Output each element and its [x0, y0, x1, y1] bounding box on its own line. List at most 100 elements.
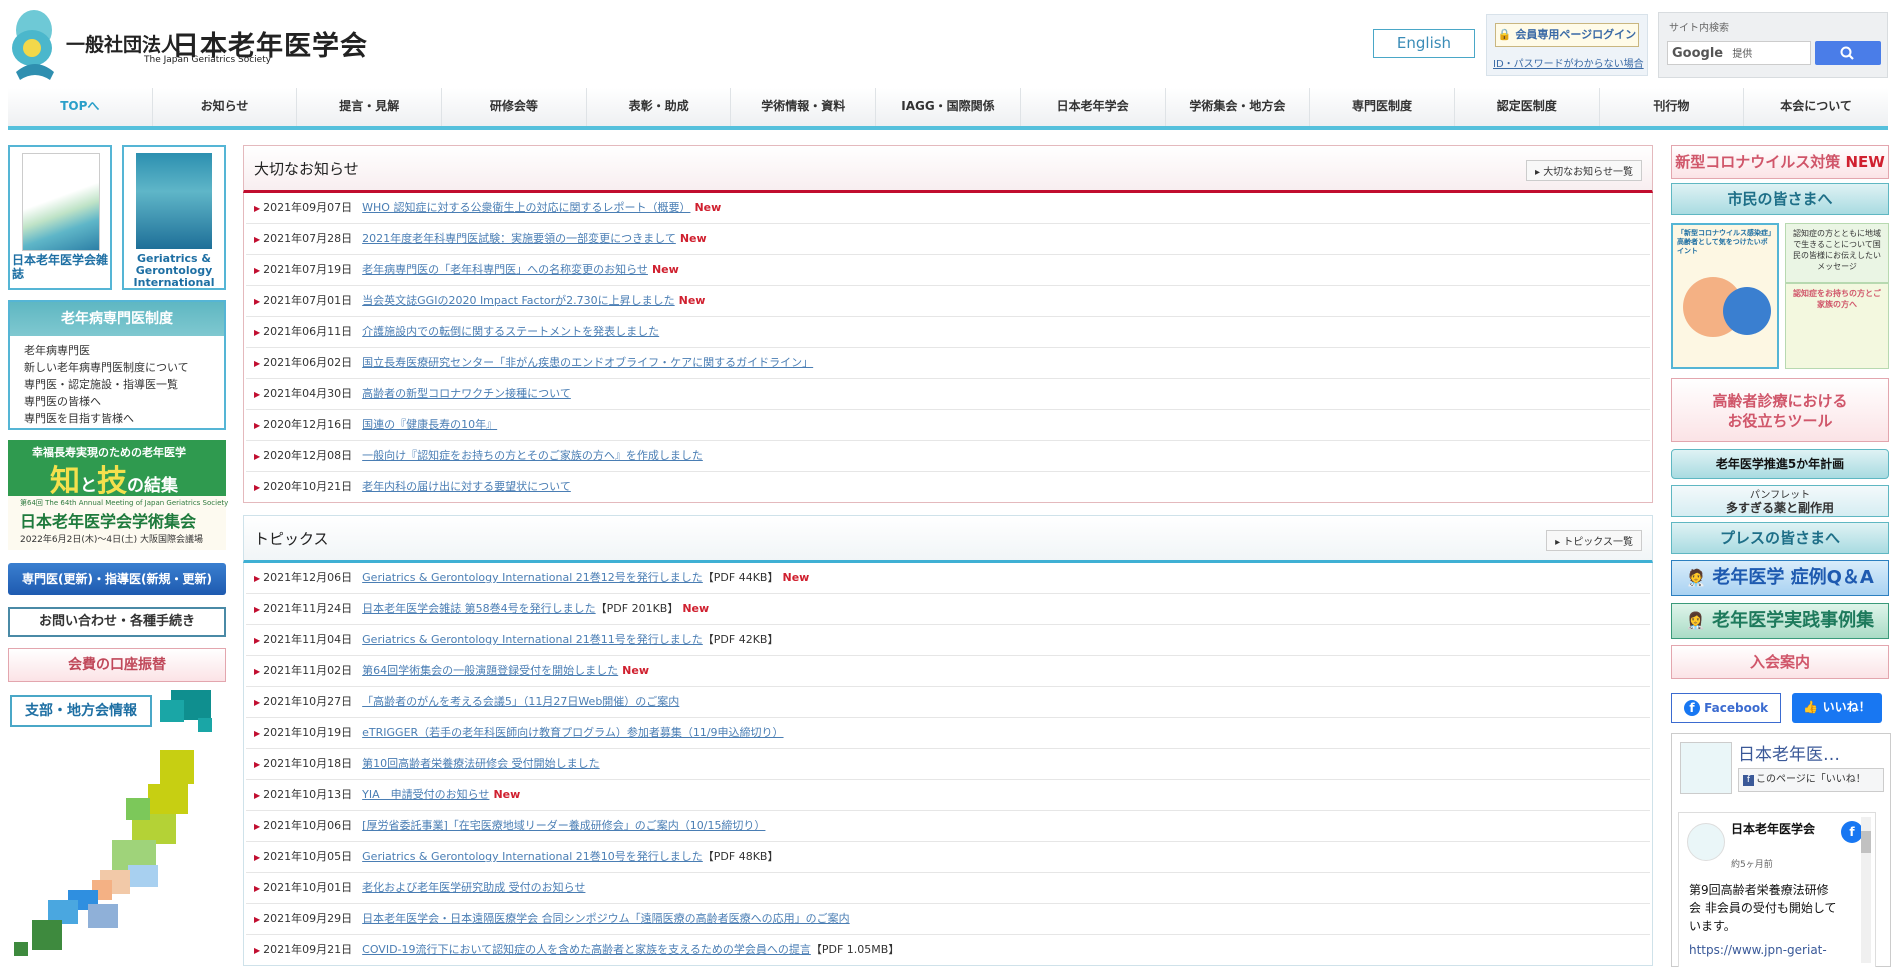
nav-gerontology-society[interactable]: 日本老年学会: [1021, 88, 1166, 126]
fee-transfer-button[interactable]: 会費の口座振替: [8, 648, 226, 682]
five-year-plan-button[interactable]: 老年医学推進5か年計画: [1671, 449, 1889, 479]
press-button[interactable]: プレスの皆さまへ: [1671, 522, 1889, 554]
journal-book-ggi[interactable]: Geriatrics & Gerontology International: [122, 145, 226, 290]
news-link[interactable]: 国連の『健康長寿の10年』: [362, 418, 497, 431]
specialist-renewal-button[interactable]: 専門医(更新)・指導医(新規・更新): [8, 563, 226, 595]
journal-cover-image: [22, 153, 100, 251]
news-link[interactable]: 高齢者の新型コロナワクチン接種について: [362, 387, 571, 400]
nav-iagg[interactable]: IAGG・国際関係: [876, 88, 1021, 126]
search-label: サイト内検索: [1669, 23, 1729, 34]
news-link[interactable]: Geriatrics & Gerontology International 2…: [362, 850, 703, 863]
news-link[interactable]: 老年内科の届け出に対する要望状について: [362, 480, 571, 493]
important-more-link[interactable]: ▸ 大切なお知らせ一覧: [1525, 160, 1642, 181]
dementia-family-thumb[interactable]: 認知症をお持ちの方とご家族の方へ: [1785, 283, 1889, 369]
annual-meeting-banner[interactable]: 幸福長寿実現のための老年医学 知と技の結集 第64回 The 64th Annu…: [8, 440, 228, 550]
like-button[interactable]: 👍 いいね！: [1792, 693, 1882, 723]
nav-training[interactable]: 研修会等: [442, 88, 587, 126]
topics-title: トピックス: [254, 530, 329, 548]
covid-points-thumb[interactable]: 「新型コロナウイルス感染症」高齢者として気をつけたいポイント: [1671, 223, 1779, 369]
citizens-button[interactable]: 市民の皆さまへ: [1671, 183, 1889, 215]
message-thumb[interactable]: 認知症の方とともに地域で生きることについて国民の皆様にお伝えしたいメッセージ: [1785, 223, 1889, 283]
bullet-triangle-icon: ▶: [254, 791, 261, 800]
news-link[interactable]: 当会英文誌GGIの2020 Impact Factorが2.730に上昇しました: [362, 294, 674, 307]
news-link[interactable]: COVID-19流行下において認知症の人を含めた高齢者と家族を支えるための学会員…: [362, 943, 811, 956]
practice-cases-button[interactable]: 👩‍⚕️ 老年医学実践事例集: [1671, 603, 1889, 639]
geri-link[interactable]: 専門医・認定施設・指導医一覧: [24, 376, 224, 393]
important-panel: 大切なお知らせ ▸ 大切なお知らせ一覧 ▶ 2021年09月07日 WHO 認知症に…: [243, 145, 1653, 503]
nav-specialist[interactable]: 専門医制度: [1310, 88, 1455, 126]
news-link[interactable]: 老化および老年医学研究助成 受付のお知らせ: [362, 881, 585, 894]
nav-certified[interactable]: 認定医制度: [1455, 88, 1600, 126]
banner-slogan-4: の結集: [127, 476, 178, 496]
fb-post-author[interactable]: 日本老年医学会: [1731, 821, 1841, 838]
forgot-password-link[interactable]: ID・パスワードがわからない場合: [1493, 55, 1644, 70]
japan-branch-map[interactable]: [8, 690, 228, 962]
news-row: ▶ 2021年11月04日 Geriatrics & Gerontology Int…: [246, 625, 1650, 656]
search-input[interactable]: Google 提供: [1667, 41, 1811, 65]
news-file-size: 【PDF 44KB】: [702, 571, 779, 584]
banner-meeting-title: 日本老年医学会学術集会: [20, 512, 197, 531]
member-login-button[interactable]: 🔒 会員専用ページログイン: [1495, 23, 1639, 47]
pamphlet-button[interactable]: パンフレット 多すぎる薬と副作用: [1671, 485, 1889, 517]
nav-news[interactable]: お知らせ: [153, 88, 298, 126]
nav-top[interactable]: TOPへ: [8, 88, 153, 126]
news-link[interactable]: 日本老年医学会・日本遠隔医療学会 合同シンポジウム「遠隔医療の高齢者医療への応用…: [362, 912, 850, 925]
search-icon: [1840, 46, 1854, 60]
news-row: ▶ 2020年12月08日 一般向け『認知症をお持ちの方とそのご家族の方へ』を作成し…: [246, 441, 1650, 472]
nav-publications[interactable]: 刊行物: [1600, 88, 1745, 126]
news-link[interactable]: 一般向け『認知症をお持ちの方とそのご家族の方へ』を作成しました: [362, 449, 703, 462]
news-link[interactable]: 第64回学術集会の一般演題登録受付を開始しました: [362, 664, 618, 677]
nav-meetings[interactable]: 学術集会・地方会: [1166, 88, 1311, 126]
news-link[interactable]: 第10回高齢者栄養療法研修会 受付開始しました: [362, 757, 600, 770]
news-date: 2021年04月30日: [263, 387, 353, 400]
fb-post-link[interactable]: https://www.jpn-geriat-: [1689, 943, 1827, 957]
news-link[interactable]: eTRIGGER（若手の老年科医師向け教育プログラム）参加者募集（11/9申込締…: [362, 726, 783, 739]
news-link[interactable]: [厚労省委託事業]「在宅医療地域リーダー養成研修会」のご案内（10/15締切り）: [362, 819, 765, 832]
facebook-label: Facebook: [1704, 701, 1769, 715]
news-link[interactable]: YIA 申請受付のお知らせ: [362, 788, 489, 801]
journal-book-jgs[interactable]: 日本老年医学会雑誌: [8, 145, 112, 290]
nav-proposals[interactable]: 提言・見解: [297, 88, 443, 126]
geriatric-specialist-heading[interactable]: 老年病専門医制度: [10, 302, 224, 336]
news-link[interactable]: Geriatrics & Gerontology International 2…: [362, 571, 703, 584]
news-link[interactable]: 「高齢者のがんを考える会議5」（11月27日Web開催）のご案内: [362, 695, 679, 708]
geri-link[interactable]: 専門医の皆様へ: [24, 393, 224, 410]
search-placeholder: 提供: [1732, 49, 1753, 60]
topics-more-link[interactable]: ▸ トピックス一覧: [1546, 530, 1642, 551]
fb-like-page-button[interactable]: f このページに「いいね！: [1738, 768, 1884, 792]
important-list: ▶ 2021年09月07日 WHO 認知症に対する公衆衛生上の対応に関するレポート（…: [243, 193, 1653, 503]
nav-about[interactable]: 本会について: [1744, 88, 1888, 126]
news-date: 2020年10月21日: [263, 480, 353, 493]
facebook-button[interactable]: f Facebook: [1671, 693, 1781, 723]
search-button[interactable]: [1815, 41, 1881, 65]
fb-page-avatar[interactable]: [1680, 742, 1732, 794]
news-row: ▶ 2021年06月02日 国立長寿医療研究センター「非がん疾患のエンドオブライフ・…: [246, 348, 1650, 379]
english-button[interactable]: English: [1373, 29, 1475, 58]
tools-button[interactable]: 高齢者診療における お役立ちツール: [1671, 378, 1889, 442]
topics-panel: トピックス ▸ トピックス一覧 ▶ 2021年12月06日 Geriatrics &…: [243, 515, 1653, 966]
geri-link[interactable]: 専門医を目指す皆様へ: [24, 410, 224, 427]
covid-button[interactable]: 新型コロナウイルス対策 NEW: [1671, 145, 1889, 179]
geri-link[interactable]: 老年病専門医: [24, 342, 224, 359]
important-header: 大切なお知らせ ▸ 大切なお知らせ一覧: [243, 145, 1653, 193]
news-link[interactable]: 老年病専門医の「老年科専門医」への名称変更のお知らせ: [362, 263, 648, 276]
branch-info-label[interactable]: 支部・地方会情報: [10, 695, 152, 727]
case-qa-button[interactable]: 🧑‍⚕️ 老年医学 症例Q＆A: [1671, 560, 1889, 596]
nav-academic-info[interactable]: 学術情報・資料: [731, 88, 877, 126]
news-row: ▶ 2021年09月29日 日本老年医学会・日本遠隔医療学会 合同シンポジウム「遠隔…: [246, 904, 1650, 935]
doctor-icon: 🧑‍⚕️: [1686, 568, 1707, 587]
join-button[interactable]: 入会案内: [1671, 645, 1889, 679]
news-link[interactable]: 介護施設内での転倒に関するステートメントを発表しました: [362, 325, 659, 338]
contact-button[interactable]: お問い合わせ・各種手続き: [8, 607, 226, 637]
bullet-triangle-icon: ▶: [254, 853, 261, 862]
news-link[interactable]: WHO 認知症に対する公衆衛生上の対応に関するレポート（概要）: [362, 201, 690, 214]
news-link[interactable]: 国立長寿医療研究センター「非がん疾患のエンドオブライフ・ケアに関するガイドライン…: [362, 356, 813, 369]
news-link[interactable]: 日本老年医学会雑誌 第58巻4号を発行しました: [362, 602, 596, 615]
fb-page-name[interactable]: 日本老年医…: [1738, 740, 1840, 765]
news-link[interactable]: Geriatrics & Gerontology International 2…: [362, 633, 703, 646]
news-link[interactable]: 2021年度老年科専門医試験：実施要領の一部変更につきまして: [362, 232, 676, 245]
geri-link[interactable]: 新しい老年病専門医制度について: [24, 359, 224, 376]
nav-awards[interactable]: 表彰・助成: [587, 88, 732, 126]
society-logo-icon[interactable]: [10, 8, 60, 84]
fb-scrollbar[interactable]: [1861, 817, 1871, 963]
